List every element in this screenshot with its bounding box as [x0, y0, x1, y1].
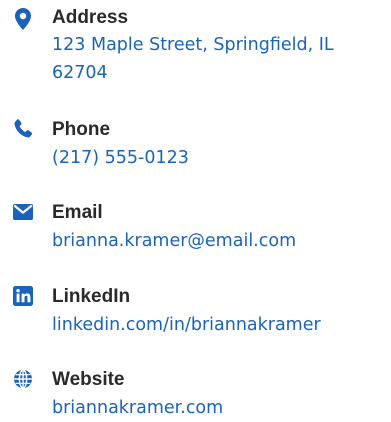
map-pin-icon [12, 8, 34, 30]
contact-item-address: Address 123 Maple Street, Springfield, I… [0, 0, 391, 100]
contact-label: Website [52, 369, 125, 390]
linkedin-icon [12, 285, 34, 307]
phone-icon [12, 118, 34, 140]
contact-label: Address [52, 7, 129, 28]
contact-item-phone: Phone (217) 555-0123 [0, 112, 391, 182]
contact-label: Email [52, 202, 103, 223]
contact-label: LinkedIn [52, 286, 131, 307]
contact-label: Phone [52, 119, 111, 140]
phone-number[interactable]: (217) 555-0123 [52, 144, 388, 172]
contact-list: Address 123 Maple Street, Springfield, I… [0, 0, 391, 418]
website-link[interactable]: briannakramer.com [52, 394, 388, 422]
globe-icon [12, 368, 34, 390]
linkedin-link[interactable]: linkedin.com/in/briannakramer [52, 311, 388, 339]
contact-item-linkedin: LinkedIn linkedin.com/in/briannakramer [0, 279, 391, 349]
address-text: 123 Maple Street, Springfield, IL 62704 [52, 35, 334, 83]
contact-item-website: Website briannakramer.com [0, 362, 391, 418]
email-link[interactable]: brianna.kramer@email.com [52, 227, 388, 255]
contact-item-email: Email brianna.kramer@email.com [0, 195, 391, 265]
envelope-icon [12, 201, 34, 223]
